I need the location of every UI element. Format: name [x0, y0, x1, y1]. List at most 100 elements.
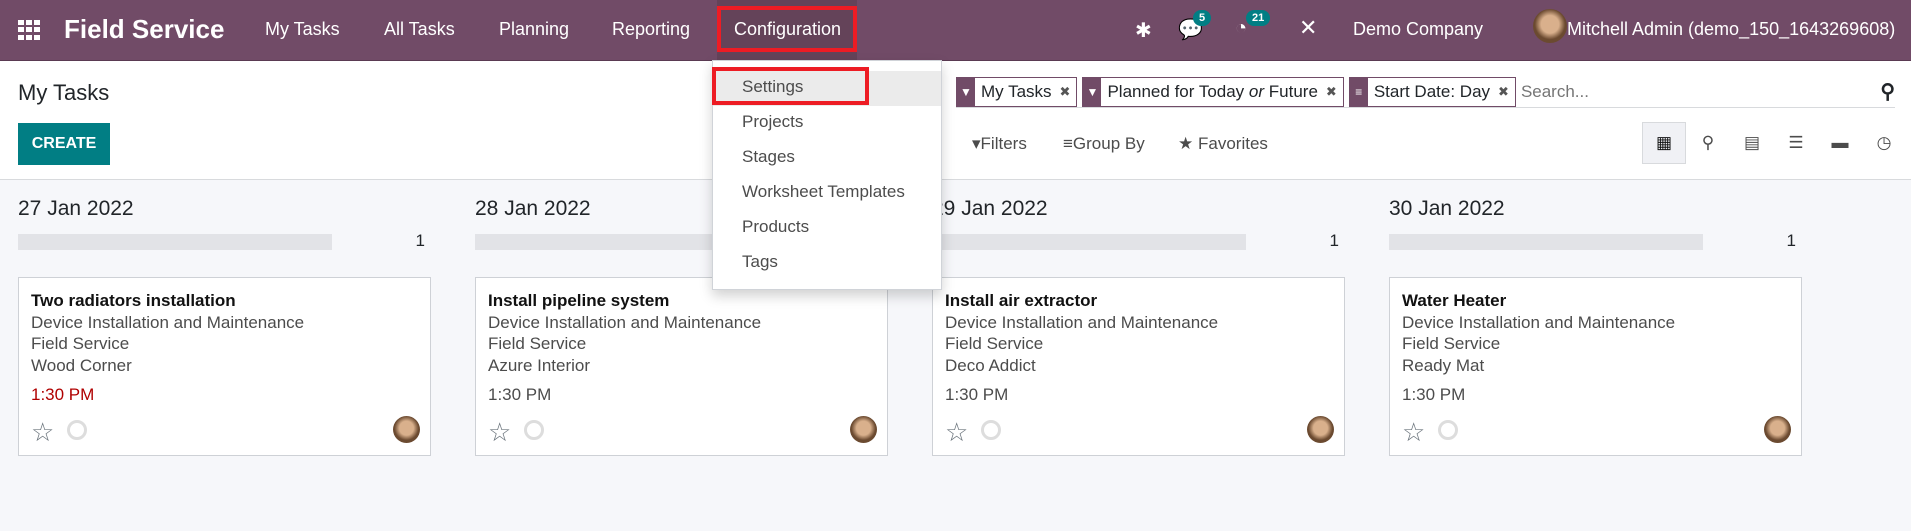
task-time: 1:30 PM — [31, 385, 95, 404]
column-progress-bar[interactable] — [932, 234, 1246, 250]
page-title: My Tasks — [18, 80, 110, 105]
avatar[interactable] — [1307, 416, 1334, 443]
menu-all-tasks[interactable]: All Tasks — [384, 19, 455, 40]
calendar-view-icon[interactable]: ▤ — [1730, 122, 1774, 164]
search-bar: ▼ My Tasks ✖ ▼ Planned for Today or Future ✖… — [956, 76, 1895, 108]
task-type: Field Service — [488, 334, 587, 353]
facet-my-tasks: ▼ My Tasks ✖ — [956, 76, 1078, 107]
task-project: Device Installation and Maintenance — [488, 312, 762, 332]
search-icon[interactable]: ⚲ — [1880, 79, 1895, 104]
menu-reporting[interactable]: Reporting — [612, 19, 690, 40]
user-avatar[interactable] — [1533, 9, 1567, 43]
group-by-icon: ≡ — [1063, 134, 1073, 153]
facet-planned: ▼ Planned for Today or Future ✖ — [1082, 76, 1344, 107]
dropdown-item-tags[interactable]: Tags — [713, 246, 941, 281]
star-icon[interactable]: ☆ — [31, 419, 54, 444]
facet-group-start-date: ≡ Start Date: Day ✖ — [1348, 76, 1516, 107]
column-count: 1 — [415, 231, 425, 250]
app-menu-grid-icon[interactable] — [18, 20, 40, 40]
menu-planning[interactable]: Planning — [499, 19, 569, 40]
activity-clock-icon[interactable] — [67, 420, 87, 440]
filters-label: Filters — [980, 134, 1027, 153]
remove-facet-icon[interactable]: ✖ — [1324, 78, 1343, 106]
task-time: 1:30 PM — [488, 385, 552, 404]
filter-icon: ▼ — [1083, 77, 1102, 106]
task-card[interactable]: Install pipeline system Device Installat… — [475, 277, 888, 456]
favorites-button[interactable]: ★ Favorites — [1178, 134, 1268, 154]
view-switcher: ▦ ⚲ ▤ ☰ ▬ ◷ — [1642, 122, 1906, 164]
user-menu[interactable]: Mitchell Admin (demo_150_1643269608) — [1567, 19, 1895, 40]
highlight-box — [717, 6, 857, 52]
search-input[interactable] — [1520, 81, 1881, 102]
list-view-icon[interactable]: ☰ — [1774, 122, 1818, 164]
column-date[interactable]: 30 Jan 2022 — [1389, 197, 1505, 221]
task-title: Two radiators installation — [31, 291, 236, 310]
dropdown-item-worksheet-templates[interactable]: Worksheet Templates — [713, 176, 941, 211]
column-date[interactable]: 28 Jan 2022 — [475, 197, 591, 221]
filter-icon: ▼ — [957, 77, 975, 106]
task-card[interactable]: Install air extractor Device Installatio… — [932, 277, 1345, 456]
column-date[interactable]: 27 Jan 2022 — [18, 197, 134, 221]
facet-label: My Tasks — [981, 81, 1052, 101]
tools-icon[interactable]: ✕ — [1299, 15, 1317, 41]
messages-badge: 5 — [1193, 10, 1212, 26]
dropdown-item-products[interactable]: Products — [713, 211, 941, 246]
dropdown-item-projects[interactable]: Projects — [713, 106, 941, 141]
column-count: 1 — [1329, 231, 1339, 250]
remove-facet-icon[interactable]: ✖ — [1496, 78, 1515, 106]
column-progress-bar[interactable] — [18, 234, 332, 250]
activities-clock-icon[interactable]: ◔ — [1235, 17, 1247, 40]
star-icon[interactable]: ☆ — [1402, 419, 1425, 444]
task-title: Install air extractor — [945, 291, 1098, 310]
column-progress-bar[interactable] — [1389, 234, 1703, 250]
facet-label-main: Planned for Today — [1107, 81, 1249, 101]
task-customer: Ready Mat — [1402, 355, 1485, 375]
task-time: 1:30 PM — [1402, 385, 1466, 404]
gantt-view-icon[interactable]: ▬ — [1818, 122, 1862, 164]
group-by-icon: ≡ — [1349, 77, 1368, 106]
create-button[interactable]: CREATE — [18, 123, 110, 165]
avatar[interactable] — [850, 416, 877, 443]
facet-label-end: Future — [1264, 81, 1318, 101]
column-date[interactable]: 29 Jan 2022 — [932, 197, 1048, 221]
task-title: Install pipeline system — [488, 291, 670, 310]
avatar[interactable] — [393, 416, 420, 443]
filters-button[interactable]: ▾Filters — [972, 134, 1027, 154]
debug-bug-icon[interactable]: ✱ — [1135, 18, 1152, 43]
task-type: Field Service — [945, 334, 1044, 353]
group-by-button[interactable]: ≡Group By — [1063, 134, 1145, 154]
star-icon[interactable]: ☆ — [488, 419, 511, 444]
facet-label: Planned for Today or Future — [1101, 78, 1323, 106]
task-time: 1:30 PM — [945, 385, 1009, 404]
task-title: Water Heater — [1402, 291, 1507, 310]
app-title[interactable]: Field Service — [64, 14, 224, 45]
activity-clock-icon[interactable] — [981, 420, 1001, 440]
group-by-label: Group By — [1072, 134, 1145, 153]
task-customer: Azure Interior — [488, 355, 591, 375]
activity-clock-icon[interactable] — [524, 420, 544, 440]
activities-badge: 21 — [1246, 10, 1271, 26]
task-customer: Deco Addict — [945, 355, 1036, 375]
facet-label: Start Date: Day — [1373, 81, 1491, 101]
task-project: Device Installation and Maintenance — [31, 312, 305, 332]
task-type: Field Service — [31, 334, 130, 353]
favorites-label: Favorites — [1197, 134, 1268, 153]
activity-clock-icon[interactable] — [1438, 420, 1458, 440]
filter-icon: ▾ — [972, 134, 981, 153]
task-customer: Wood Corner — [31, 355, 132, 375]
task-card[interactable]: Water Heater Device Installation and Mai… — [1389, 277, 1802, 456]
highlight-box — [712, 67, 869, 105]
avatar[interactable] — [1764, 416, 1791, 443]
dropdown-item-stages[interactable]: Stages — [713, 141, 941, 176]
activity-view-icon[interactable]: ◷ — [1862, 122, 1906, 164]
map-view-icon[interactable]: ⚲ — [1686, 122, 1730, 164]
column-count: 1 — [1786, 231, 1796, 250]
star-icon[interactable]: ☆ — [945, 419, 968, 444]
task-type: Field Service — [1402, 334, 1501, 353]
company-switcher[interactable]: Demo Company — [1353, 19, 1483, 40]
kanban-view-icon[interactable]: ▦ — [1642, 122, 1686, 164]
remove-facet-icon[interactable]: ✖ — [1058, 78, 1077, 106]
task-card[interactable]: Two radiators installation Device Instal… — [18, 277, 431, 456]
star-icon: ★ — [1178, 134, 1194, 153]
menu-my-tasks[interactable]: My Tasks — [265, 19, 340, 40]
